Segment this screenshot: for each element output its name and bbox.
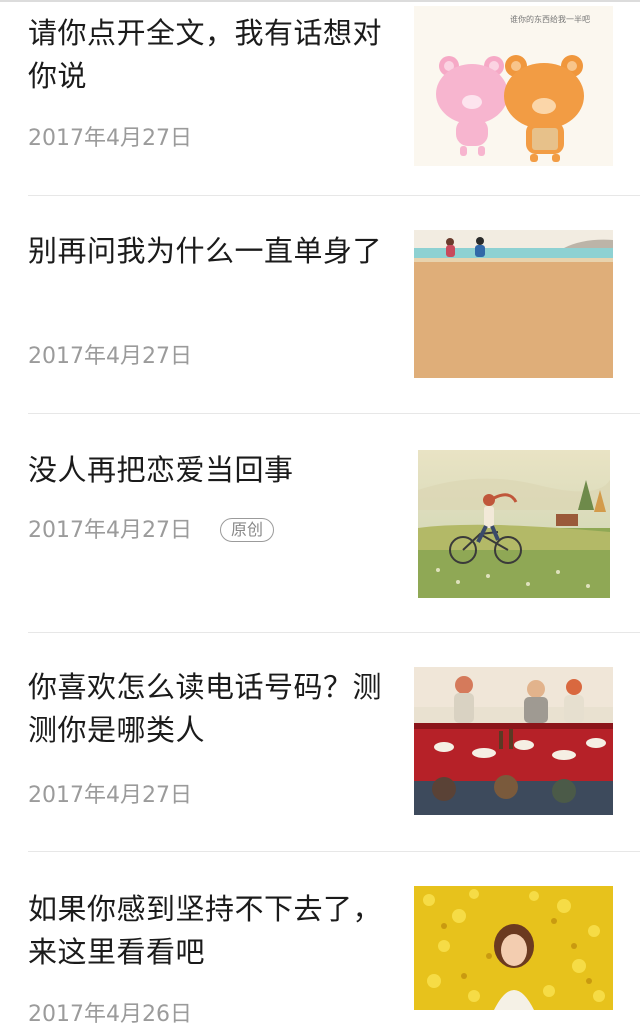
article-date: 2017年4月27日 xyxy=(28,126,192,151)
article-title[interactable]: 如果你感到坚持不下去了，来这里看看吧 xyxy=(28,888,388,974)
article-thumbnail-bears[interactable]: 谁你的东西给我一半吧 xyxy=(414,6,613,166)
article-item[interactable]: 别再问我为什么一直单身了 2017年4月27日 xyxy=(0,196,640,414)
article-title[interactable]: 别再问我为什么一直单身了 xyxy=(28,230,388,273)
article-thumbnail-flowers[interactable] xyxy=(414,886,613,1010)
article-date: 2017年4月27日 xyxy=(28,518,192,543)
article-title[interactable]: 请你点开全文，我有话想对你说 xyxy=(28,12,388,98)
article-date: 2017年4月27日 xyxy=(28,344,192,369)
article-title[interactable]: 你喜欢怎么读电话号码？测测你是哪类人 xyxy=(28,666,388,752)
article-thumbnail-dinner[interactable] xyxy=(414,667,613,815)
article-thumbnail-beach[interactable] xyxy=(414,230,613,378)
article-title[interactable]: 没人再把恋爱当回事 xyxy=(28,449,388,492)
article-item[interactable]: 没人再把恋爱当回事 2017年4月27日 原创 xyxy=(0,414,640,633)
article-item[interactable]: 如果你感到坚持不下去了，来这里看看吧 2017年4月26日 xyxy=(0,852,640,1027)
article-date: 2017年4月27日 xyxy=(28,783,192,808)
article-item[interactable]: 你喜欢怎么读电话号码？测测你是哪类人 2017年4月27日 xyxy=(0,633,640,852)
article-item[interactable]: 请你点开全文，我有话想对你说 2017年4月27日 谁你的东西给我一半吧 xyxy=(0,0,640,196)
article-date: 2017年4月26日 xyxy=(28,1002,192,1027)
thumb-caption: 谁你的东西给我一半吧 xyxy=(510,14,590,24)
original-badge: 原创 xyxy=(220,518,275,542)
article-thumbnail-cyclist[interactable] xyxy=(418,450,610,598)
